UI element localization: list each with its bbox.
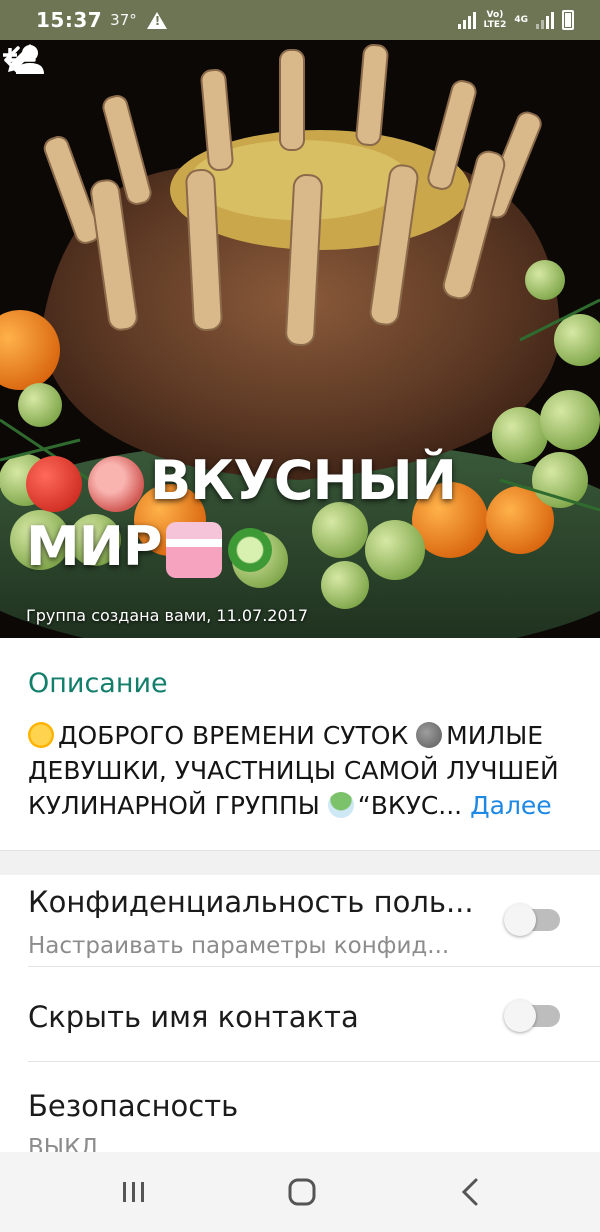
security-setting-title: Безопасность <box>28 1089 239 1123</box>
group-name: ВКУСНЫЙ МИР <box>26 448 466 580</box>
network-label: Vo) LTE2 <box>483 10 507 30</box>
warning-icon <box>146 11 167 29</box>
row-divider <box>28 966 600 967</box>
signal-icon <box>457 11 476 29</box>
privacy-setting-row[interactable]: Конфиденциальность поль... Настраивать п… <box>0 875 600 967</box>
home-icon[interactable] <box>274 1172 330 1212</box>
recent-apps-icon[interactable] <box>106 1172 162 1212</box>
toggle-knob <box>504 904 536 936</box>
security-setting-row[interactable]: Безопасность ВЫКЛ. <box>0 1063 600 1152</box>
network-type: 4G <box>514 15 528 25</box>
cucumber-emoji-icon <box>227 528 272 573</box>
hide-contact-name-toggle[interactable] <box>504 1000 560 1032</box>
privacy-setting-title: Конфиденциальность поль... <box>28 885 474 919</box>
description-section[interactable]: Описание ДОБРОГО ВРЕМЕНИ СУТОК МИЛЫЕ ДЕВ… <box>0 638 600 850</box>
salad-emoji-icon <box>327 792 354 818</box>
moon-face-emoji-icon <box>416 722 443 748</box>
group-name-line1: ВКУСНЫЙ <box>150 449 457 512</box>
privacy-toggle[interactable] <box>504 904 560 936</box>
back-icon[interactable] <box>442 1172 498 1212</box>
security-setting-subtitle: ВЫКЛ. <box>28 1135 106 1152</box>
group-created-info: Группа создана вами, 11.07.2017 <box>26 606 308 625</box>
pencil-icon[interactable] <box>0 40 40 80</box>
birthday-cake-emoji-icon <box>165 522 222 579</box>
status-temperature: 37° <box>110 11 137 29</box>
status-time: 15:37 <box>36 8 103 32</box>
status-indicators: Vo) LTE2 4G <box>457 10 574 30</box>
row-divider <box>28 1061 600 1062</box>
hide-contact-name-title: Скрыть имя контакта <box>28 1000 359 1034</box>
description-more-link[interactable]: Далее <box>470 791 552 820</box>
status-bar: 15:37 37° Vo) LTE2 4G <box>0 0 600 40</box>
tomato-emoji-icon <box>26 456 82 513</box>
sun-face-emoji-icon <box>28 722 54 748</box>
privacy-setting-subtitle: Настраивать параметры конфид... <box>28 933 450 959</box>
description-label: Описание <box>28 668 168 699</box>
hide-contact-name-row[interactable]: Скрыть имя контакта <box>0 968 600 1062</box>
group-photo[interactable]: ВКУСНЫЙ МИР Группа создана вами, 11.07.2… <box>0 40 600 638</box>
system-nav-bar <box>0 1152 600 1232</box>
signal-icon-2 <box>536 11 554 29</box>
meat-emoji-icon <box>88 456 144 513</box>
description-text: ДОБРОГО ВРЕМЕНИ СУТОК МИЛЫЕ ДЕВУШКИ, УЧА… <box>28 721 559 820</box>
battery-icon <box>562 10 574 30</box>
group-name-line2: МИР <box>26 515 163 578</box>
section-divider <box>0 850 600 875</box>
toggle-knob <box>504 1000 536 1032</box>
